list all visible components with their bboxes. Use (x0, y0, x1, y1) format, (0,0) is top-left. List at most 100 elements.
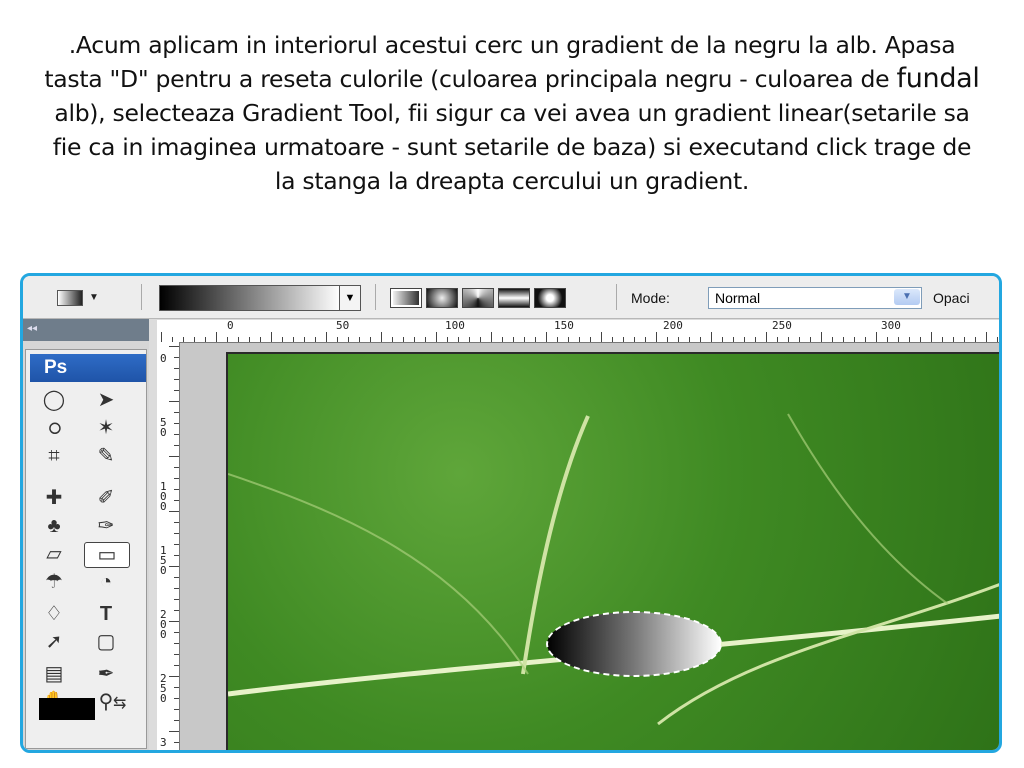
diamond-gradient-button[interactable] (534, 288, 566, 308)
instruction-text: .Acum aplicam in interiorul acestui cerc… (40, 28, 984, 198)
ruler-tick (174, 467, 179, 468)
shape-icon[interactable]: ▢ (84, 630, 128, 654)
ruler-tick (491, 332, 492, 342)
ruler-tick (174, 632, 179, 633)
ruler-tick (887, 337, 888, 342)
ruler-tick (326, 332, 327, 342)
ruler-left-label: 3 (160, 736, 167, 749)
ruler-tick (733, 337, 734, 342)
ruler-tick (293, 337, 294, 342)
pen-icon[interactable]: ♢ (32, 602, 76, 626)
reflected-gradient-button[interactable] (498, 288, 530, 308)
instruction-emphasis: fundal (896, 63, 980, 94)
ruler-tick (174, 610, 179, 611)
ruler-tick (865, 337, 866, 342)
marquee-icon[interactable]: ◯ (32, 388, 76, 412)
crop-icon[interactable]: ⌗ (32, 444, 76, 468)
ruler-tick (425, 337, 426, 342)
ruler-tick (174, 687, 179, 688)
ruler-tick (169, 346, 179, 347)
ruler-tick (174, 489, 179, 490)
swap-colors-icon[interactable]: ⇆ (113, 693, 126, 713)
gradient-picker-button[interactable]: ▼ (339, 285, 361, 311)
ruler-tick (174, 742, 179, 743)
leaf-image[interactable] (226, 352, 999, 750)
radial-gradient-button[interactable] (426, 288, 458, 308)
gradient-preset-swatch (57, 290, 83, 306)
angle-gradient-button[interactable] (462, 288, 494, 308)
ruler-tick (447, 337, 448, 342)
photoshop-logo[interactable]: Ps (30, 354, 146, 382)
gradient-selection-circle[interactable] (546, 611, 722, 677)
path-selection-icon[interactable]: ➚ (32, 630, 76, 654)
clone-stamp-icon[interactable]: ♣ (32, 514, 76, 538)
collapse-icon[interactable]: ◂◂ (27, 323, 37, 334)
ruler-tick (601, 332, 602, 342)
ruler-top-label: 200 (663, 319, 683, 332)
notes-icon[interactable]: ▤ (32, 662, 76, 686)
dodge-icon[interactable]: ◔ (84, 570, 128, 594)
ruler-tick (174, 577, 179, 578)
ruler-tick (975, 337, 976, 342)
lasso-icon[interactable]: ഠ (32, 416, 76, 440)
ruler-left-label: 50 (160, 416, 167, 439)
ruler-tick (161, 332, 162, 342)
ruler-tick (174, 434, 179, 435)
photoshop-screenshot: ▼ ▼ Mode: Normal ▼ Opaci ◂◂ Ps ◯ ➤ ഠ ✶ ⌗… (20, 273, 1002, 753)
ruler-tick (920, 337, 921, 342)
ruler-tick (174, 445, 179, 446)
move-icon[interactable]: ➤ (84, 388, 128, 412)
type-icon[interactable]: T (84, 602, 128, 626)
ruler-tick (931, 332, 932, 342)
ruler-tick (174, 357, 179, 358)
ruler-top-label: 0 (227, 319, 234, 332)
options-bar: ▼ ▼ Mode: Normal ▼ Opaci (23, 276, 999, 319)
divider (375, 284, 376, 310)
ruler-top: 0 50 100 150 200 250 300 (157, 319, 999, 343)
ruler-tick (174, 478, 179, 479)
logo-text: Ps (44, 357, 68, 378)
ruler-tick (557, 337, 558, 342)
ruler-tick (986, 332, 987, 342)
ruler-tick (174, 698, 179, 699)
eyedropper-icon[interactable]: ✒ (84, 662, 128, 686)
healing-brush-icon[interactable]: ✚ (32, 486, 76, 510)
history-brush-icon[interactable]: ✑ (84, 514, 128, 538)
linear-gradient-button[interactable] (390, 288, 422, 308)
ruler-tick (766, 332, 767, 342)
ruler-tick (469, 337, 470, 342)
chevron-down-icon: ▼ (894, 289, 920, 305)
toolbox: ◂◂ Ps ◯ ➤ ഠ ✶ ⌗ ✎ ✚ ✐ ♣ ✑ ▱ ▭ ☂ ◔ ♢ T ➚ … (23, 319, 149, 750)
ruler-tick (174, 390, 179, 391)
ruler-tick (678, 337, 679, 342)
ruler-tick (227, 337, 228, 342)
slice-icon[interactable]: ✎ (84, 444, 128, 468)
gradient-editor[interactable] (159, 285, 341, 311)
divider (141, 284, 142, 310)
toolbox-panel: Ps ◯ ➤ ഠ ✶ ⌗ ✎ ✚ ✐ ♣ ✑ ▱ ▭ ☂ ◔ ♢ T ➚ ▢ ▤… (25, 349, 147, 749)
ruler-tick (249, 337, 250, 342)
eraser-icon[interactable]: ▱ (32, 542, 76, 566)
ruler-tick (381, 332, 382, 342)
mode-select[interactable]: Normal ▼ (708, 287, 922, 309)
ruler-tick (174, 533, 179, 534)
brush-icon[interactable]: ✐ (84, 486, 128, 510)
blur-icon[interactable]: ☂ (32, 570, 76, 594)
instruction-part1: .Acum aplicam in interiorul acestui cerc… (44, 31, 956, 93)
ruler-tick (711, 332, 712, 342)
magic-wand-icon[interactable]: ✶ (84, 416, 128, 440)
gradient-icon[interactable]: ▭ (84, 542, 130, 568)
ruler-left: 0 50 100 150 200 250 3 (157, 342, 180, 750)
ruler-tick (832, 337, 833, 342)
ruler-tick (183, 337, 184, 342)
ruler-tick (964, 337, 965, 342)
ruler-tick (700, 337, 701, 342)
ruler-tick (337, 337, 338, 342)
ruler-tick (568, 337, 569, 342)
foreground-color-swatch[interactable] (39, 698, 95, 720)
tool-preset-picker[interactable]: ▼ (53, 288, 113, 308)
ruler-tick (788, 337, 789, 342)
ruler-tick (238, 337, 239, 342)
ruler-tick (821, 332, 822, 342)
ruler-tick (590, 337, 591, 342)
